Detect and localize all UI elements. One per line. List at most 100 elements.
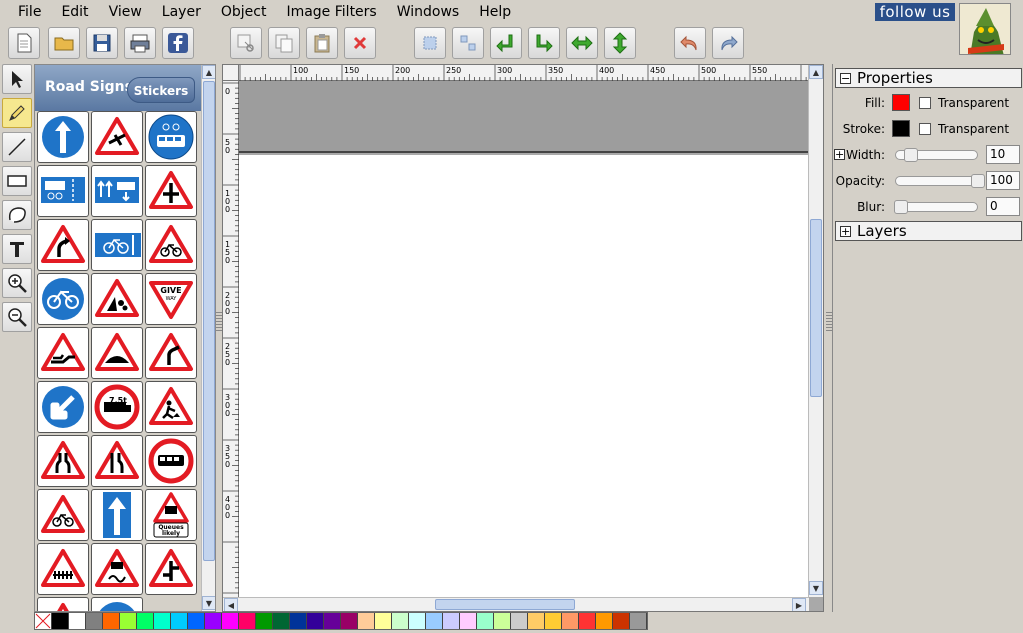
undo-button[interactable] xyxy=(674,27,706,59)
canvas-vertical-scrollbar[interactable]: ▲ ▼ xyxy=(808,65,823,597)
sign-slippery-road[interactable] xyxy=(91,543,143,595)
palette-swatch[interactable] xyxy=(528,613,545,629)
blur-input[interactable]: 0 xyxy=(986,197,1020,216)
palette-swatch[interactable] xyxy=(222,613,239,629)
menu-edit[interactable]: Edit xyxy=(51,0,98,24)
palette-swatch[interactable] xyxy=(443,613,460,629)
width-input[interactable]: 10 xyxy=(986,145,1020,164)
canvas-scroll-up-icon[interactable]: ▲ xyxy=(809,65,823,79)
sign-bus-lane[interactable] xyxy=(37,165,89,217)
palette-swatch[interactable] xyxy=(562,613,579,629)
ungroup-button[interactable] xyxy=(452,27,484,59)
delete-button[interactable] xyxy=(344,27,376,59)
palette-swatch[interactable] xyxy=(494,613,511,629)
sign-bus-lane-ahead[interactable] xyxy=(91,165,143,217)
save-button[interactable] xyxy=(86,27,118,59)
ellipse-tool[interactable] xyxy=(2,200,32,230)
opacity-input[interactable]: 100 xyxy=(986,171,1020,190)
group-button[interactable] xyxy=(414,27,446,59)
palette-swatch[interactable] xyxy=(579,613,596,629)
sign-ahead-only[interactable] xyxy=(37,111,89,163)
palette-swatch[interactable] xyxy=(358,613,375,629)
sign-cycle-route[interactable] xyxy=(91,219,143,271)
width-slider[interactable] xyxy=(895,148,978,162)
menu-layer[interactable]: Layer xyxy=(152,0,211,24)
palette-swatch[interactable] xyxy=(273,613,290,629)
properties-header[interactable]: − Properties xyxy=(835,68,1022,88)
opacity-slider[interactable] xyxy=(895,174,985,188)
palette-swatch[interactable] xyxy=(613,613,630,629)
palette-swatch[interactable] xyxy=(545,613,562,629)
menu-help[interactable]: Help xyxy=(469,0,521,24)
palette-swatch[interactable] xyxy=(205,613,222,629)
palette-swatch[interactable] xyxy=(137,613,154,629)
sign-level-crossing[interactable] xyxy=(37,543,89,595)
sign-bus-and-cycle-only[interactable] xyxy=(145,111,197,163)
sign-keep-left-2[interactable] xyxy=(91,597,143,611)
sign-crossroads[interactable] xyxy=(145,165,197,217)
palette-swatch[interactable] xyxy=(256,613,273,629)
palette-swatch[interactable] xyxy=(477,613,494,629)
paste-button[interactable] xyxy=(306,27,338,59)
canvas-vscroll-thumb[interactable] xyxy=(810,219,822,397)
cut-button[interactable] xyxy=(230,27,262,59)
sign-warning[interactable] xyxy=(37,597,89,611)
canvas-horizontal-scrollbar[interactable]: ◀ ▶ xyxy=(223,597,809,611)
palette-swatch[interactable] xyxy=(324,613,341,629)
send-backward-button[interactable] xyxy=(528,27,560,59)
stroke-color-swatch[interactable] xyxy=(892,120,910,137)
palette-swatch[interactable] xyxy=(392,613,409,629)
sign-bend-right[interactable] xyxy=(37,219,89,271)
sign-keep-left[interactable] xyxy=(37,381,89,433)
sign-cycle-path[interactable] xyxy=(37,273,89,325)
palette-swatch[interactable] xyxy=(188,613,205,629)
no-color-swatch[interactable] xyxy=(35,613,52,629)
menu-object[interactable]: Object xyxy=(211,0,277,24)
sign-side-road[interactable] xyxy=(145,327,197,379)
sign-road-narrows-both[interactable] xyxy=(37,435,89,487)
sign-cycles-ahead[interactable] xyxy=(145,219,197,271)
fill-transparent-checkbox[interactable] xyxy=(919,97,931,109)
palette-swatch[interactable] xyxy=(341,613,358,629)
scroll-down-arrow-icon[interactable]: ▼ xyxy=(202,596,215,610)
zoom-out-tool[interactable] xyxy=(2,302,32,332)
sign-low-flying-aircraft[interactable] xyxy=(91,111,143,163)
new-document-button[interactable] xyxy=(8,27,40,59)
menu-file[interactable]: File xyxy=(8,0,51,24)
library-scroll-thumb[interactable] xyxy=(203,81,215,561)
palette-swatch[interactable] xyxy=(171,613,188,629)
canvas-scroll-left-icon[interactable]: ◀ xyxy=(224,598,238,611)
scroll-up-arrow-icon[interactable]: ▲ xyxy=(202,65,215,79)
palette-swatch[interactable] xyxy=(307,613,324,629)
palette-swatch[interactable] xyxy=(69,613,86,629)
rectangle-tool[interactable] xyxy=(2,166,32,196)
text-tool[interactable] xyxy=(2,234,32,264)
palette-swatch[interactable] xyxy=(409,613,426,629)
sign-quay-edge[interactable] xyxy=(37,327,89,379)
palette-swatch[interactable] xyxy=(239,613,256,629)
bring-forward-button[interactable] xyxy=(490,27,522,59)
sign-road-works[interactable] xyxy=(145,381,197,433)
palette-swatch[interactable] xyxy=(375,613,392,629)
sign-hump-bridge[interactable] xyxy=(91,327,143,379)
stroke-transparent-checkbox[interactable] xyxy=(919,123,931,135)
palette-swatch[interactable] xyxy=(460,613,477,629)
palette-swatch[interactable] xyxy=(86,613,103,629)
stickers-tab[interactable]: Stickers xyxy=(127,77,195,103)
redo-button[interactable] xyxy=(712,27,744,59)
follow-us-link[interactable]: follow us xyxy=(875,3,955,21)
palette-swatch[interactable] xyxy=(154,613,171,629)
sign-falling-rocks[interactable] xyxy=(91,273,143,325)
sign-give-way[interactable]: GIVE WAY xyxy=(145,273,197,325)
export-button[interactable] xyxy=(124,27,156,59)
canvas-hscroll-thumb[interactable] xyxy=(435,599,575,610)
sign-staggered-junction[interactable] xyxy=(145,543,197,595)
sign-cycles-ahead-2[interactable] xyxy=(37,489,89,541)
palette-swatch[interactable] xyxy=(511,613,528,629)
canvas-scroll-down-icon[interactable]: ▼ xyxy=(809,581,823,595)
facebook-button[interactable] xyxy=(162,27,194,59)
zoom-in-tool[interactable] xyxy=(2,268,32,298)
flip-horizontal-button[interactable] xyxy=(566,27,598,59)
sign-one-way[interactable] xyxy=(91,489,143,541)
palette-swatch[interactable] xyxy=(596,613,613,629)
